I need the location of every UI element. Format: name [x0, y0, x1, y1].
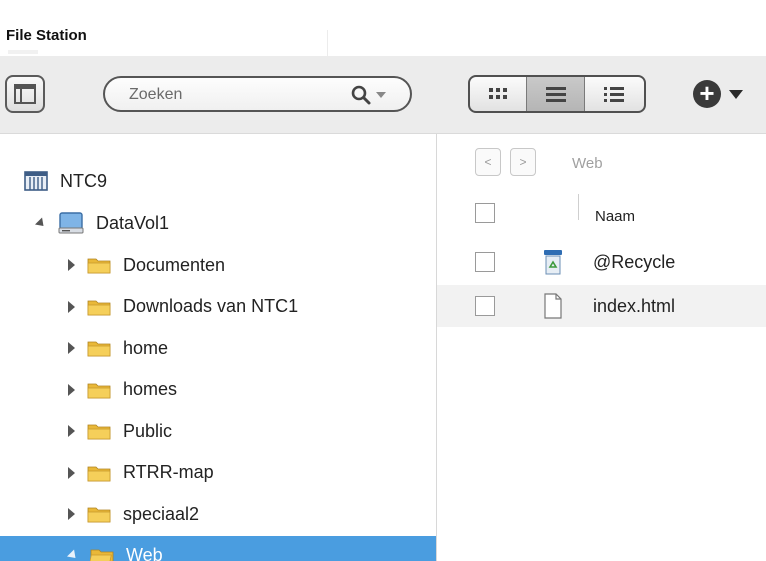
search-input[interactable]: [129, 84, 329, 106]
file-list-panel: < > Web Naam @Recycle index.html: [437, 134, 766, 561]
tree-item-label: RTRR-map: [123, 462, 214, 482]
detail-view-button[interactable]: [585, 77, 644, 111]
expanded-arrow-icon[interactable]: [34, 216, 48, 230]
nas-icon: [24, 171, 48, 191]
file-name: index.html: [593, 296, 676, 316]
tree-item-folder[interactable]: home: [0, 328, 436, 368]
folder-icon: [87, 258, 111, 274]
folder-icon: [87, 466, 111, 481]
tree-item-label: Documenten: [123, 254, 226, 275]
plus-icon: +: [693, 80, 721, 108]
file-row-recycle[interactable]: @Recycle: [437, 241, 766, 283]
window-title: File Station: [6, 27, 87, 44]
title-bar: File Station: [0, 0, 766, 56]
column-header: Naam: [437, 194, 766, 234]
tree-item-folder[interactable]: RTRR-map: [0, 453, 436, 493]
expanded-arrow-icon[interactable]: [66, 549, 80, 561]
toolbar: +: [0, 56, 766, 134]
tree-item-label: Web: [126, 545, 163, 561]
tree-item-folder[interactable]: speciaal2: [0, 494, 436, 534]
view-mode-switcher: [468, 75, 646, 113]
tree-item-label: Downloads van NTC1: [123, 296, 299, 316]
file-station-window: File Station Zoeken + NTC9 DataVol1 Docu…: [0, 0, 766, 561]
row-checkbox[interactable]: [475, 252, 495, 272]
file-row-index[interactable]: index.html: [437, 285, 766, 327]
search-options-chevron-icon[interactable]: [376, 92, 386, 98]
toggle-sidebar-button[interactable]: [5, 75, 45, 113]
tree-item-label: Public: [123, 420, 173, 441]
folder-icon: [87, 507, 111, 523]
collapsed-arrow-icon[interactable]: [68, 259, 75, 271]
tree-item-label: speciaal2: [123, 503, 200, 524]
title-underline: [8, 50, 38, 54]
back-button[interactable]: <: [475, 148, 501, 176]
tree-item-folder[interactable]: Downloads van NTC1: [0, 287, 436, 327]
breadcrumb: Web: [572, 155, 603, 172]
forward-button[interactable]: >: [510, 148, 536, 176]
tree-item-folder[interactable]: Documenten: [0, 245, 436, 285]
collapsed-arrow-icon[interactable]: [68, 383, 75, 396]
dropdown-chevron-icon: [729, 89, 743, 99]
create-new-button[interactable]: +: [693, 76, 753, 112]
disk-icon: [58, 212, 84, 234]
name-column-header[interactable]: Naam: [595, 208, 635, 225]
recycle-bin-icon: [544, 250, 562, 275]
tree-item-nas[interactable]: NTC9: [0, 161, 436, 201]
tree-item-folder[interactable]: homes: [0, 370, 436, 410]
tree-item-label: DataVol1: [96, 212, 170, 233]
open-folder-icon: [90, 549, 114, 561]
folder-tree: NTC9 DataVol1 Documenten Downloads van NT…: [0, 134, 437, 561]
collapsed-arrow-icon[interactable]: [68, 466, 75, 479]
row-checkbox[interactable]: [475, 296, 495, 316]
search-icon[interactable]: [350, 84, 372, 106]
tree-item-label: NTC9: [60, 170, 108, 191]
tree-item-folder[interactable]: Web: [0, 535, 436, 561]
sidebar-panel-icon: [14, 84, 36, 104]
list-view-button[interactable]: [527, 77, 585, 111]
tree-item-label: home: [123, 337, 169, 358]
title-separator: [327, 30, 328, 56]
folder-icon: [87, 383, 111, 398]
folder-icon: [87, 424, 111, 440]
tree-item-label: homes: [123, 379, 178, 399]
collapsed-arrow-icon[interactable]: [68, 342, 75, 354]
collapsed-arrow-icon[interactable]: [68, 508, 75, 520]
folder-icon: [87, 300, 111, 315]
folder-icon: [87, 341, 111, 357]
file-icon: [544, 293, 562, 319]
collapsed-arrow-icon[interactable]: [68, 425, 75, 437]
thumbnail-view-button[interactable]: [470, 77, 528, 111]
list-icon: [545, 87, 566, 102]
collapsed-arrow-icon[interactable]: [68, 300, 75, 313]
column-divider[interactable]: [578, 194, 579, 220]
grid-icon: [489, 88, 508, 99]
navigation-bar: < > Web: [437, 134, 766, 190]
tree-item-datavol1[interactable]: DataVol1: [0, 203, 436, 243]
search-box: [103, 76, 412, 112]
file-name: @Recycle: [593, 252, 676, 272]
tree-item-folder[interactable]: Public: [0, 411, 436, 451]
select-all-checkbox[interactable]: [475, 203, 495, 223]
detail-list-icon: [604, 87, 625, 102]
